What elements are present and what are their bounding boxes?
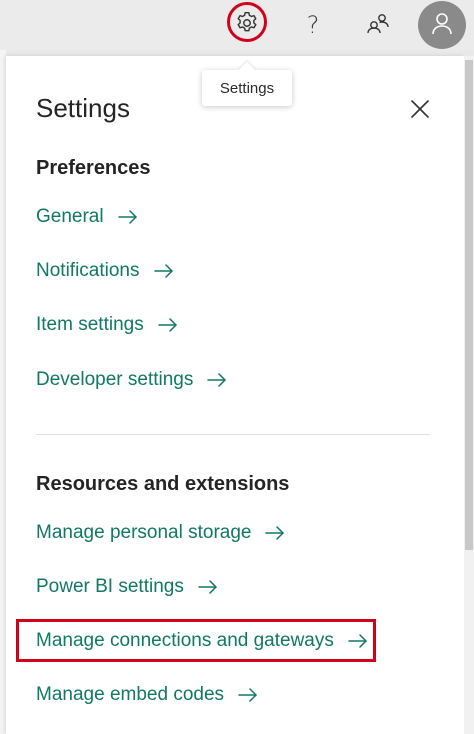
link-manage-connections-and-gateways[interactable]: Manage connections and gateways — [36, 630, 368, 652]
link-label: Developer settings — [36, 369, 194, 390]
arrow-right-icon — [238, 688, 258, 702]
arrow-right-icon — [348, 634, 368, 648]
link-manage-embed-codes[interactable]: Manage embed codes — [36, 684, 258, 706]
settings-button[interactable] — [219, 0, 275, 50]
settings-tooltip: Settings — [202, 70, 292, 106]
link-label: Manage embed codes — [36, 684, 225, 705]
arrow-right-icon — [117, 210, 138, 224]
close-icon — [410, 99, 430, 124]
preferences-heading: Preferences — [36, 157, 151, 179]
top-bar: ? — [0, 0, 474, 50]
link-item-settings[interactable]: Item settings — [36, 314, 178, 336]
link-label: Notifications — [36, 260, 140, 281]
link-general[interactable]: General — [36, 206, 138, 228]
arrow-right-icon — [265, 526, 285, 540]
link-label: Manage personal storage — [36, 522, 252, 543]
close-button[interactable] — [405, 96, 435, 126]
arrow-right-icon — [207, 373, 227, 387]
panel-title: Settings — [36, 93, 130, 123]
help-button[interactable]: ? — [285, 0, 341, 50]
question-icon: ? — [306, 11, 320, 39]
link-label: Power BI settings — [36, 576, 184, 597]
tooltip-text: Settings — [219, 79, 275, 97]
person-icon — [429, 10, 455, 41]
arrow-right-icon — [157, 318, 178, 332]
resources-heading: Resources and extensions — [36, 473, 290, 495]
link-label: Item settings — [36, 314, 144, 335]
link-developer-settings[interactable]: Developer settings — [36, 369, 227, 391]
link-label: Manage connections and gateways — [36, 630, 334, 651]
section-divider — [36, 434, 430, 435]
gear-icon — [234, 10, 260, 41]
link-label: General — [36, 206, 104, 227]
link-manage-personal-storage[interactable]: Manage personal storage — [36, 522, 285, 544]
people-feedback-icon — [365, 10, 391, 41]
account-button[interactable] — [414, 0, 470, 50]
avatar — [418, 1, 466, 49]
arrow-right-icon — [198, 580, 218, 594]
arrow-right-icon — [153, 264, 174, 278]
link-power-bi-settings[interactable]: Power BI settings — [36, 576, 218, 598]
scrollbar-thumb[interactable] — [465, 60, 473, 550]
link-notifications[interactable]: Notifications — [36, 260, 174, 282]
feedback-button[interactable] — [350, 0, 406, 50]
